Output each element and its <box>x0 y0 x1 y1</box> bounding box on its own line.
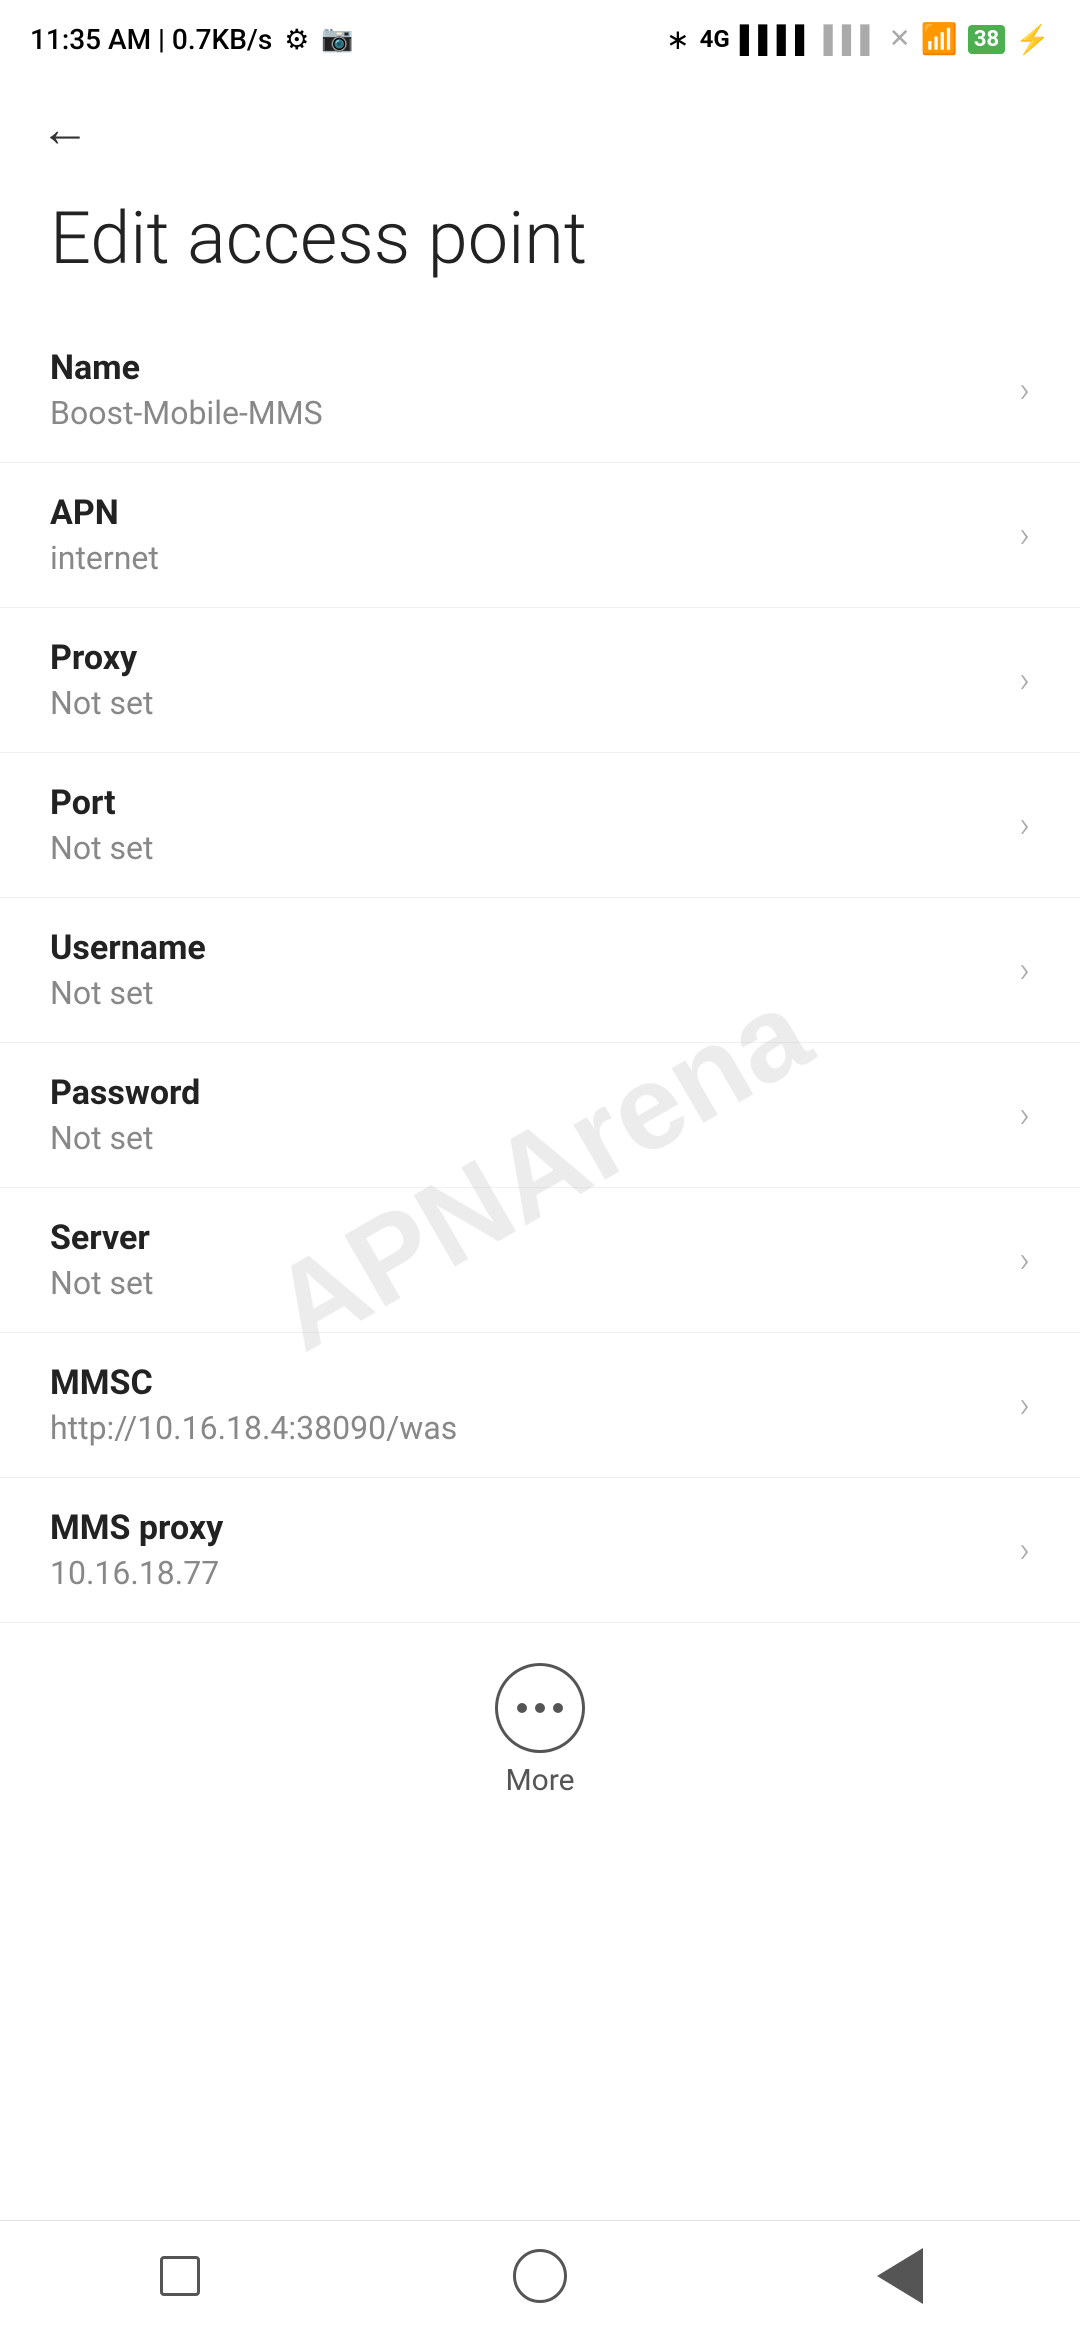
page-title: Edit access point <box>0 179 1080 318</box>
settings-item-value: Not set <box>50 684 153 722</box>
back-button[interactable]: ← <box>0 70 1080 179</box>
settings-item-value: Not set <box>50 829 153 867</box>
settings-item-value: Not set <box>50 1119 200 1157</box>
chevron-right-icon: › <box>1019 514 1030 556</box>
chevron-right-icon: › <box>1019 804 1030 846</box>
more-button[interactable] <box>495 1663 585 1753</box>
wifi-icon: 📶 <box>921 22 958 57</box>
settings-item-content: APN internet <box>50 493 159 577</box>
settings-item-mmsc[interactable]: MMSC http://10.16.18.4:38090/was › <box>0 1333 1080 1478</box>
settings-item-value: internet <box>50 539 159 577</box>
settings-item-value: 10.16.18.77 <box>50 1554 223 1592</box>
nav-circle-icon <box>513 2249 567 2303</box>
chevron-right-icon: › <box>1019 659 1030 701</box>
settings-item-value: http://10.16.18.4:38090/was <box>50 1409 457 1447</box>
nav-square-icon <box>160 2256 200 2296</box>
settings-item-value: Not set <box>50 1264 153 1302</box>
back-arrow-icon[interactable]: ← <box>40 100 90 159</box>
chevron-right-icon: › <box>1019 1384 1030 1426</box>
settings-item-content: Port Not set <box>50 783 153 867</box>
settings-item-mms-proxy[interactable]: MMS proxy 10.16.18.77 › <box>0 1478 1080 1623</box>
status-time: 11:35 AM | 0.7KB/s ⚙ 📷 <box>30 23 354 56</box>
chevron-right-icon: › <box>1019 1239 1030 1281</box>
bolt-icon: ⚡ <box>1015 23 1050 56</box>
settings-item-label: Server <box>50 1218 153 1258</box>
settings-item-content: MMS proxy 10.16.18.77 <box>50 1508 223 1592</box>
settings-item-label: Proxy <box>50 638 153 678</box>
video-icon: 📷 <box>321 24 353 54</box>
signal-bars2-icon: ▌▌▌ <box>823 24 878 55</box>
more-dots-icon <box>517 1703 563 1713</box>
chevron-right-icon: › <box>1019 1094 1030 1136</box>
settings-item-content: MMSC http://10.16.18.4:38090/was <box>50 1363 457 1447</box>
signal-4g-icon: 4G <box>700 25 730 53</box>
nav-home-button[interactable] <box>500 2236 580 2316</box>
settings-item-name[interactable]: Name Boost-Mobile-MMS › <box>0 318 1080 463</box>
status-bar: 11:35 AM | 0.7KB/s ⚙ 📷 ∗ 4G ▌▌▌▌ ▌▌▌ ✕ 📶… <box>0 0 1080 70</box>
settings-item-content: Username Not set <box>50 928 206 1012</box>
bluetooth-icon: ∗ <box>666 23 689 56</box>
nav-recents-button[interactable] <box>140 2236 220 2316</box>
settings-item-label: MMS proxy <box>50 1508 223 1548</box>
settings-item-label: Port <box>50 783 153 823</box>
more-button-container: More <box>0 1633 1080 1828</box>
signal-bars-icon: ▌▌▌▌ <box>740 24 814 55</box>
settings-item-label: Password <box>50 1073 200 1113</box>
settings-item-port[interactable]: Port Not set › <box>0 753 1080 898</box>
settings-item-label: Name <box>50 348 323 388</box>
chevron-right-icon: › <box>1019 369 1030 411</box>
time-text: 11:35 AM | 0.7KB/s <box>30 23 272 56</box>
more-label: More <box>505 1763 574 1798</box>
settings-item-server[interactable]: Server Not set › <box>0 1188 1080 1333</box>
bottom-nav <box>0 2220 1080 2340</box>
nav-triangle-icon <box>877 2248 923 2304</box>
chevron-right-icon: › <box>1019 1529 1030 1571</box>
settings-item-content: Proxy Not set <box>50 638 153 722</box>
settings-list: Name Boost-Mobile-MMS › APN internet › Proxy No… <box>0 318 1080 1623</box>
settings-item-apn[interactable]: APN internet › <box>0 463 1080 608</box>
settings-item-content: Name Boost-Mobile-MMS <box>50 348 323 432</box>
status-icons: ∗ 4G ▌▌▌▌ ▌▌▌ ✕ 📶 38 ⚡ <box>666 22 1050 57</box>
x-signal-icon: ✕ <box>889 24 911 54</box>
gear-icon: ⚙ <box>284 23 309 56</box>
settings-item-value: Boost-Mobile-MMS <box>50 394 323 432</box>
settings-item-content: Password Not set <box>50 1073 200 1157</box>
nav-back-button[interactable] <box>860 2236 940 2316</box>
settings-item-content: Server Not set <box>50 1218 153 1302</box>
chevron-right-icon: › <box>1019 949 1030 991</box>
settings-item-password[interactable]: Password Not set › <box>0 1043 1080 1188</box>
settings-item-label: APN <box>50 493 159 533</box>
settings-item-username[interactable]: Username Not set › <box>0 898 1080 1043</box>
battery-icon: 38 <box>968 25 1005 54</box>
settings-item-proxy[interactable]: Proxy Not set › <box>0 608 1080 753</box>
settings-item-label: MMSC <box>50 1363 457 1403</box>
settings-item-label: Username <box>50 928 206 968</box>
settings-item-value: Not set <box>50 974 206 1012</box>
